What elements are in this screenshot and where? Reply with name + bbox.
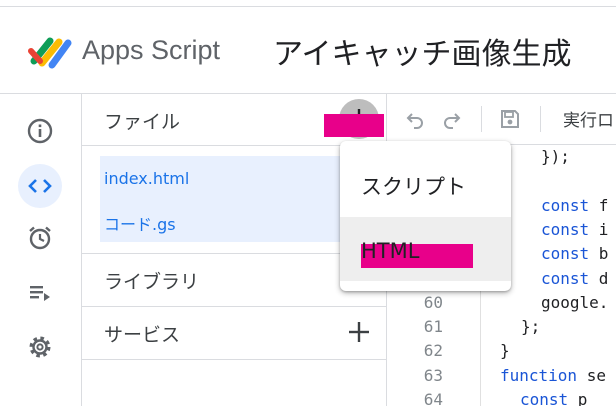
overview-nav-button[interactable]	[18, 109, 62, 153]
code-line: const b	[541, 244, 609, 264]
code-line: }	[500, 341, 510, 361]
toolbar-divider	[540, 106, 541, 132]
alarm-clock-icon	[29, 226, 51, 250]
code-line: const f	[541, 195, 609, 215]
toolbar-divider	[481, 106, 482, 132]
menu-item-label: スクリプト	[361, 175, 466, 199]
executions-list-icon	[30, 286, 50, 301]
executions-nav-button[interactable]	[18, 271, 62, 315]
redo-button[interactable]	[439, 106, 465, 132]
file-list: index.html コード.gs	[100, 156, 368, 242]
code-line: const i	[541, 219, 609, 239]
save-icon	[501, 110, 519, 128]
code-line: const p	[520, 390, 588, 406]
editor-toolbar: 実行ロ	[387, 94, 616, 145]
app-header: Apps Script アイキャッチ画像生成	[0, 7, 616, 94]
code-icon	[28, 179, 52, 193]
divider	[82, 359, 386, 360]
left-nav-rail	[0, 94, 82, 406]
code-line: });	[541, 147, 570, 166]
redo-icon	[444, 113, 461, 129]
code-line: google.	[541, 292, 609, 312]
files-section-title: ファイル	[104, 111, 181, 133]
file-item-code-gs[interactable]: コード.gs	[104, 211, 176, 235]
window-top-edge	[0, 0, 616, 7]
code-line: };	[521, 317, 541, 337]
brand-name: Apps Script	[82, 35, 221, 65]
info-icon	[27, 118, 53, 144]
divider	[82, 306, 386, 307]
editor-nav-button[interactable]	[18, 164, 62, 208]
add-file-menu: スクリプト HTML	[340, 141, 511, 291]
file-item-index-html[interactable]: index.html	[104, 169, 189, 188]
menu-item-html[interactable]: HTML	[340, 217, 511, 281]
triggers-nav-button[interactable]	[18, 216, 62, 260]
annotation-highlight	[324, 114, 384, 137]
gear-icon	[29, 336, 51, 358]
save-button[interactable]	[497, 106, 523, 132]
apps-script-logo-icon[interactable]	[26, 31, 74, 71]
line-number: 62	[423, 341, 443, 361]
add-service-button[interactable]	[339, 312, 379, 352]
menu-item-script[interactable]: スクリプト	[340, 151, 511, 215]
line-number: 64	[423, 390, 443, 406]
undo-button[interactable]	[402, 106, 428, 132]
code-line: const d	[541, 268, 609, 288]
code-line: function se	[500, 365, 606, 385]
project-title[interactable]: アイキャッチ画像生成	[273, 29, 572, 73]
line-number: 61	[423, 317, 443, 337]
run-log-button[interactable]: 実行ロ	[563, 106, 614, 131]
services-section-title: サービス	[104, 324, 181, 346]
menu-item-label: HTML	[361, 239, 420, 263]
line-number: 60	[423, 292, 443, 312]
plus-icon	[349, 322, 369, 342]
line-number: 63	[423, 365, 443, 385]
settings-nav-button[interactable]	[18, 325, 62, 369]
undo-icon	[406, 113, 423, 129]
libraries-section-title: ライブラリ	[104, 271, 200, 293]
